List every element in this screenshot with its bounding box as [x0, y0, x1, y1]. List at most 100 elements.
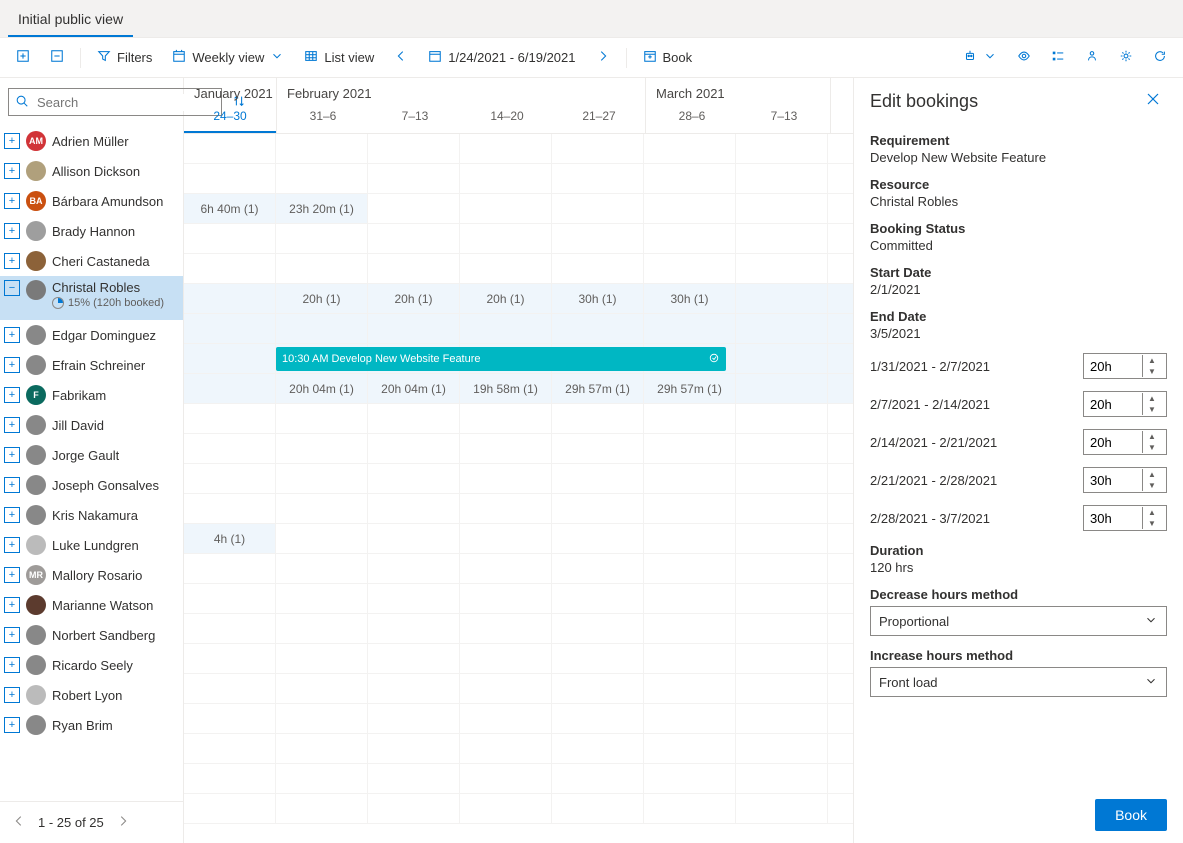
- allocation-hours-spinner[interactable]: ▲▼: [1083, 467, 1167, 493]
- schedule-cell[interactable]: [184, 464, 276, 493]
- schedule-cell[interactable]: [552, 794, 644, 823]
- schedule-cell[interactable]: 23h 20m (1): [276, 194, 368, 223]
- schedule-cell[interactable]: [368, 134, 460, 163]
- decrease-method-select[interactable]: Proportional: [870, 606, 1167, 636]
- schedule-cell[interactable]: [644, 764, 736, 793]
- resource-row[interactable]: +Efrain Schreiner: [0, 350, 183, 380]
- book-button[interactable]: Book: [635, 43, 701, 72]
- schedule-cell[interactable]: [276, 554, 368, 583]
- allocation-hours-input[interactable]: [1084, 511, 1142, 526]
- schedule-cell[interactable]: [368, 404, 460, 433]
- schedule-cell[interactable]: [552, 704, 644, 733]
- week-header[interactable]: 7–13: [369, 105, 461, 133]
- schedule-cell[interactable]: [552, 524, 644, 553]
- expand-icon[interactable]: +: [4, 537, 20, 553]
- schedule-cell[interactable]: [460, 524, 552, 553]
- schedule-cell[interactable]: [552, 254, 644, 283]
- schedule-cell[interactable]: [736, 614, 828, 643]
- list-view-button[interactable]: List view: [296, 43, 382, 72]
- spinner-down-button[interactable]: ▼: [1143, 480, 1161, 491]
- refresh-button[interactable]: [1145, 43, 1175, 72]
- expand-icon[interactable]: +: [4, 567, 20, 583]
- schedule-cell[interactable]: [644, 704, 736, 733]
- schedule-cell[interactable]: [276, 614, 368, 643]
- resource-row[interactable]: +Edgar Dominguez: [0, 320, 183, 350]
- schedule-cell[interactable]: [736, 734, 828, 763]
- schedule-cell[interactable]: [368, 194, 460, 223]
- expand-icon[interactable]: +: [4, 327, 20, 343]
- expand-icon[interactable]: +: [4, 417, 20, 433]
- allocation-hours-input[interactable]: [1084, 397, 1142, 412]
- schedule-cell[interactable]: [184, 584, 276, 613]
- schedule-cell[interactable]: 6h 40m (1): [184, 194, 276, 223]
- schedule-cell[interactable]: [552, 464, 644, 493]
- resource-row[interactable]: +BABárbara Amundson: [0, 186, 183, 216]
- week-header[interactable]: 14–20: [461, 105, 553, 133]
- schedule-cell[interactable]: [368, 674, 460, 703]
- resource-row[interactable]: +Marianne Watson: [0, 590, 183, 620]
- schedule-cell[interactable]: [736, 404, 828, 433]
- schedule-cell[interactable]: [736, 374, 828, 403]
- schedule-cell[interactable]: [368, 494, 460, 523]
- allocation-hours-spinner[interactable]: ▲▼: [1083, 391, 1167, 417]
- allocation-hours-input[interactable]: [1084, 359, 1142, 374]
- schedule-cell[interactable]: 4h (1): [184, 524, 276, 553]
- schedule-cell[interactable]: [368, 524, 460, 553]
- booking-event[interactable]: 10:30 AM Develop New Website Feature: [276, 347, 726, 371]
- expand-icon[interactable]: −: [4, 280, 20, 296]
- resource-row[interactable]: +Allison Dickson: [0, 156, 183, 186]
- schedule-cell[interactable]: [644, 644, 736, 673]
- schedule-cell[interactable]: [736, 704, 828, 733]
- spinner-up-button[interactable]: ▲: [1143, 393, 1161, 404]
- schedule-cell[interactable]: 30h (1): [552, 284, 644, 313]
- schedule-cell[interactable]: [644, 434, 736, 463]
- schedule-cell[interactable]: [368, 164, 460, 193]
- schedule-cell[interactable]: [736, 674, 828, 703]
- schedule-cell[interactable]: [552, 194, 644, 223]
- schedule-cell[interactable]: [736, 764, 828, 793]
- schedule-cell[interactable]: [736, 224, 828, 253]
- schedule-cell[interactable]: [736, 584, 828, 613]
- expand-icon[interactable]: +: [4, 133, 20, 149]
- schedule-cell[interactable]: [368, 584, 460, 613]
- resource-row[interactable]: −Christal Robles15% (120h booked): [0, 276, 183, 320]
- schedule-cell[interactable]: [552, 554, 644, 583]
- spinner-up-button[interactable]: ▲: [1143, 507, 1161, 518]
- spinner-up-button[interactable]: ▲: [1143, 469, 1161, 480]
- schedule-cell[interactable]: [552, 674, 644, 703]
- schedule-cell[interactable]: [552, 494, 644, 523]
- schedule-cell[interactable]: [276, 254, 368, 283]
- driving-button[interactable]: [955, 43, 1005, 72]
- page-prev-button[interactable]: [8, 810, 30, 835]
- week-header[interactable]: 31–6: [277, 105, 369, 133]
- schedule-cell[interactable]: [552, 314, 644, 343]
- expand-icon[interactable]: +: [4, 387, 20, 403]
- resource-row[interactable]: +AMAdrien Müller: [0, 126, 183, 156]
- filters-button[interactable]: Filters: [89, 43, 160, 72]
- week-header[interactable]: 24–30: [184, 105, 276, 133]
- schedule-cell[interactable]: [184, 374, 276, 403]
- spinner-down-button[interactable]: ▼: [1143, 404, 1161, 415]
- settings-button[interactable]: [1111, 43, 1141, 72]
- schedule-cell[interactable]: [460, 614, 552, 643]
- schedule-cell[interactable]: [552, 404, 644, 433]
- increase-method-select[interactable]: Front load: [870, 667, 1167, 697]
- resource-row[interactable]: +Cheri Castaneda: [0, 246, 183, 276]
- schedule-cell[interactable]: [460, 314, 552, 343]
- schedule-cell[interactable]: [368, 314, 460, 343]
- allocation-hours-spinner[interactable]: ▲▼: [1083, 353, 1167, 379]
- schedule-cell[interactable]: [644, 734, 736, 763]
- schedule-cell[interactable]: [276, 434, 368, 463]
- schedule-cell[interactable]: [460, 584, 552, 613]
- schedule-cell[interactable]: [736, 164, 828, 193]
- focus-mode-button[interactable]: [1009, 43, 1039, 72]
- schedule-cell[interactable]: [460, 404, 552, 433]
- schedule-cell[interactable]: 30h (1): [644, 284, 736, 313]
- schedule-cell[interactable]: [736, 314, 828, 343]
- expand-icon[interactable]: +: [4, 507, 20, 523]
- schedule-cell[interactable]: [552, 584, 644, 613]
- resource-row[interactable]: +Brady Hannon: [0, 216, 183, 246]
- schedule-cell[interactable]: [736, 464, 828, 493]
- schedule-cell[interactable]: [368, 554, 460, 583]
- schedule-cell[interactable]: [736, 284, 828, 313]
